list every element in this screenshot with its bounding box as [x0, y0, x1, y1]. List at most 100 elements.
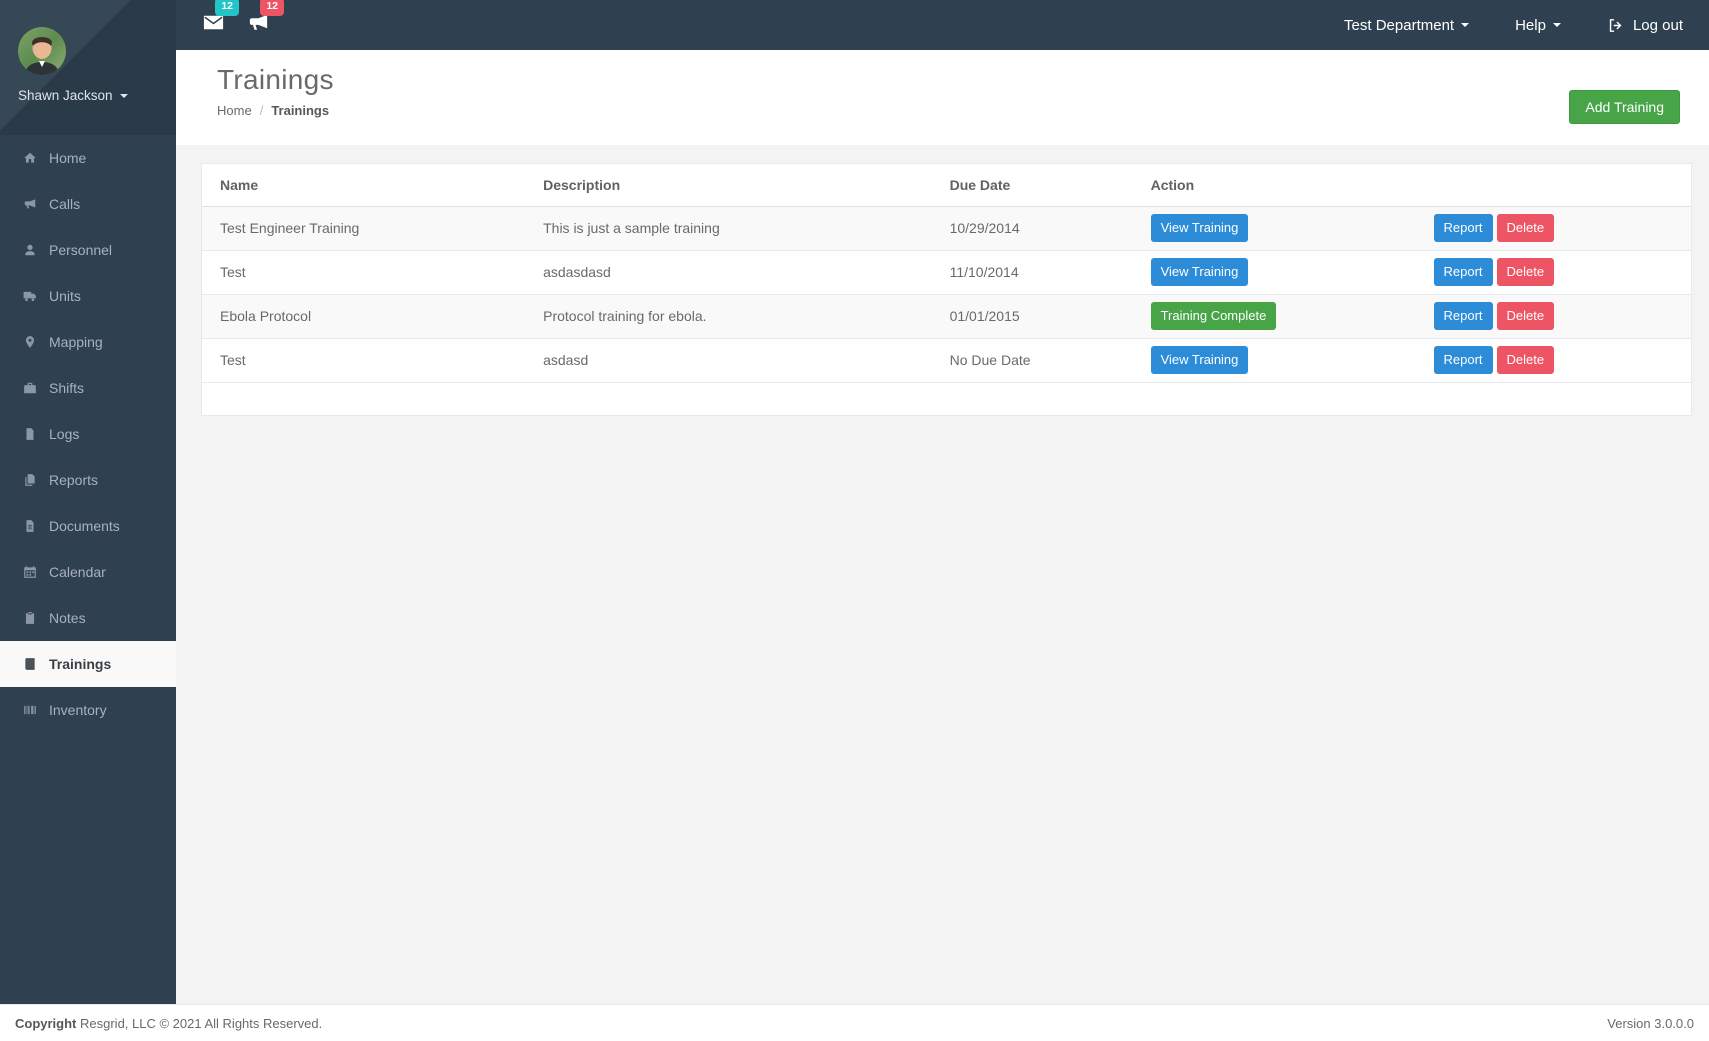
sidebar-item-documents[interactable]: Documents — [0, 503, 176, 549]
ambulance-icon — [22, 289, 38, 303]
breadcrumb: Home / Trainings — [217, 103, 1709, 118]
announcements-button[interactable]: 12 — [247, 11, 270, 39]
file-icon — [22, 427, 38, 441]
sidebar-item-mapping[interactable]: Mapping — [0, 319, 176, 365]
user-menu[interactable]: Shawn Jackson — [18, 88, 158, 103]
trainings-panel: Name Description Due Date Action Test En… — [201, 163, 1692, 416]
logout-label: Log out — [1633, 17, 1683, 34]
bullhorn-icon — [22, 197, 38, 211]
report-button[interactable]: Report — [1434, 214, 1493, 242]
sidebar-item-label: Calls — [49, 196, 80, 212]
department-label: Test Department — [1344, 17, 1454, 34]
training-due-date: 01/01/2015 — [932, 294, 1133, 338]
sidebar-item-label: Mapping — [49, 334, 103, 350]
training-name: Ebola Protocol — [202, 294, 525, 338]
sidebar-item-label: Calendar — [49, 564, 106, 580]
action-cell: View Training — [1133, 338, 1416, 382]
trainings-table: Name Description Due Date Action Test En… — [202, 164, 1691, 383]
delete-button[interactable]: Delete — [1497, 346, 1555, 374]
sidebar-item-logs[interactable]: Logs — [0, 411, 176, 457]
sidebar-item-label: Inventory — [49, 702, 107, 718]
map-marker-icon — [22, 335, 38, 349]
breadcrumb-home[interactable]: Home — [217, 103, 252, 118]
avatar[interactable] — [18, 27, 66, 75]
sidebar-item-units[interactable]: Units — [0, 273, 176, 319]
column-header-due-date: Due Date — [932, 164, 1133, 206]
reports-icon — [22, 473, 38, 487]
table-row: Ebola ProtocolProtocol training for ebol… — [202, 294, 1691, 338]
topbar-notifications: 12 12 — [202, 11, 270, 39]
action-cell: Training Complete — [1133, 294, 1416, 338]
announcements-count-badge: 12 — [260, 0, 284, 16]
chevron-down-icon — [1553, 23, 1561, 27]
sidebar-item-label: Documents — [49, 518, 120, 534]
chevron-down-icon — [120, 94, 128, 98]
report-button[interactable]: Report — [1434, 258, 1493, 286]
user-name: Shawn Jackson — [18, 88, 113, 103]
sidebar-item-calls[interactable]: Calls — [0, 181, 176, 227]
column-header-description: Description — [525, 164, 931, 206]
training-name: Test — [202, 250, 525, 294]
sidebar-item-home[interactable]: Home — [0, 135, 176, 181]
briefcase-icon — [22, 381, 38, 395]
sidebar: Shawn Jackson Home Calls Personnel Units Map… — [0, 0, 176, 1004]
table-row: Test Engineer TrainingThis is just a sam… — [202, 206, 1691, 250]
messages-button[interactable]: 12 — [202, 11, 225, 39]
training-due-date: 11/10/2014 — [932, 250, 1133, 294]
delete-button[interactable]: Delete — [1497, 258, 1555, 286]
delete-button[interactable]: Delete — [1497, 214, 1555, 242]
training-description: asdasdasd — [525, 250, 931, 294]
version-text: Version 3.0.0.0 — [1607, 1016, 1694, 1031]
chevron-down-icon — [1461, 23, 1469, 27]
row-buttons-cell: ReportDelete — [1416, 250, 1692, 294]
row-buttons-cell: ReportDelete — [1416, 206, 1692, 250]
user-icon — [22, 243, 38, 257]
sidebar-item-personnel[interactable]: Personnel — [0, 227, 176, 273]
column-header-name: Name — [202, 164, 525, 206]
view-training-button[interactable]: View Training — [1151, 258, 1249, 286]
delete-button[interactable]: Delete — [1497, 302, 1555, 330]
sidebar-item-label: Trainings — [49, 656, 111, 672]
department-menu[interactable]: Test Department — [1344, 17, 1469, 34]
avatar-photo — [18, 27, 66, 75]
sidebar-item-notes[interactable]: Notes — [0, 595, 176, 641]
view-training-button[interactable]: View Training — [1151, 346, 1249, 374]
add-training-button[interactable]: Add Training — [1569, 90, 1680, 124]
messages-count-badge: 12 — [215, 0, 239, 16]
sidebar-item-label: Logs — [49, 426, 79, 442]
logout-button[interactable]: Log out — [1607, 17, 1683, 34]
view-training-button[interactable]: View Training — [1151, 214, 1249, 242]
page-title: Trainings — [217, 64, 1709, 96]
table-row: Testasdasdasd11/10/2014 View Training Repo… — [202, 250, 1691, 294]
training-complete-button[interactable]: Training Complete — [1151, 302, 1277, 330]
notes-icon — [22, 611, 38, 625]
row-buttons-cell: ReportDelete — [1416, 338, 1692, 382]
report-button[interactable]: Report — [1434, 346, 1493, 374]
main-area: 12 12 Test Department Help Log out — [176, 0, 1709, 1004]
breadcrumb-current: Trainings — [271, 103, 329, 118]
training-description: Protocol training for ebola. — [525, 294, 931, 338]
action-cell: View Training — [1133, 250, 1416, 294]
help-menu[interactable]: Help — [1515, 17, 1561, 34]
footer: Copyright Resgrid, LLC © 2021 All Rights… — [0, 1004, 1709, 1041]
training-due-date: 10/29/2014 — [932, 206, 1133, 250]
sidebar-item-trainings[interactable]: Trainings — [0, 641, 176, 687]
sidebar-item-reports[interactable]: Reports — [0, 457, 176, 503]
sidebar-item-shifts[interactable]: Shifts — [0, 365, 176, 411]
help-label: Help — [1515, 17, 1546, 34]
page-heading: Trainings Home / Trainings Add Training — [176, 50, 1709, 145]
calendar-icon — [22, 565, 38, 579]
book-icon — [22, 657, 38, 671]
action-cell: View Training — [1133, 206, 1416, 250]
table-row: TestasdasdNo Due DateView TrainingReport… — [202, 338, 1691, 382]
sidebar-item-calendar[interactable]: Calendar — [0, 549, 176, 595]
sidebar-item-inventory[interactable]: Inventory — [0, 687, 176, 733]
column-header-action: Action — [1133, 164, 1416, 206]
report-button[interactable]: Report — [1434, 302, 1493, 330]
table-header-row: Name Description Due Date Action — [202, 164, 1691, 206]
sidebar-item-label: Units — [49, 288, 81, 304]
sidebar-item-label: Personnel — [49, 242, 112, 258]
breadcrumb-separator: / — [260, 103, 264, 118]
document-icon — [22, 519, 38, 533]
sidebar-item-label: Shifts — [49, 380, 84, 396]
